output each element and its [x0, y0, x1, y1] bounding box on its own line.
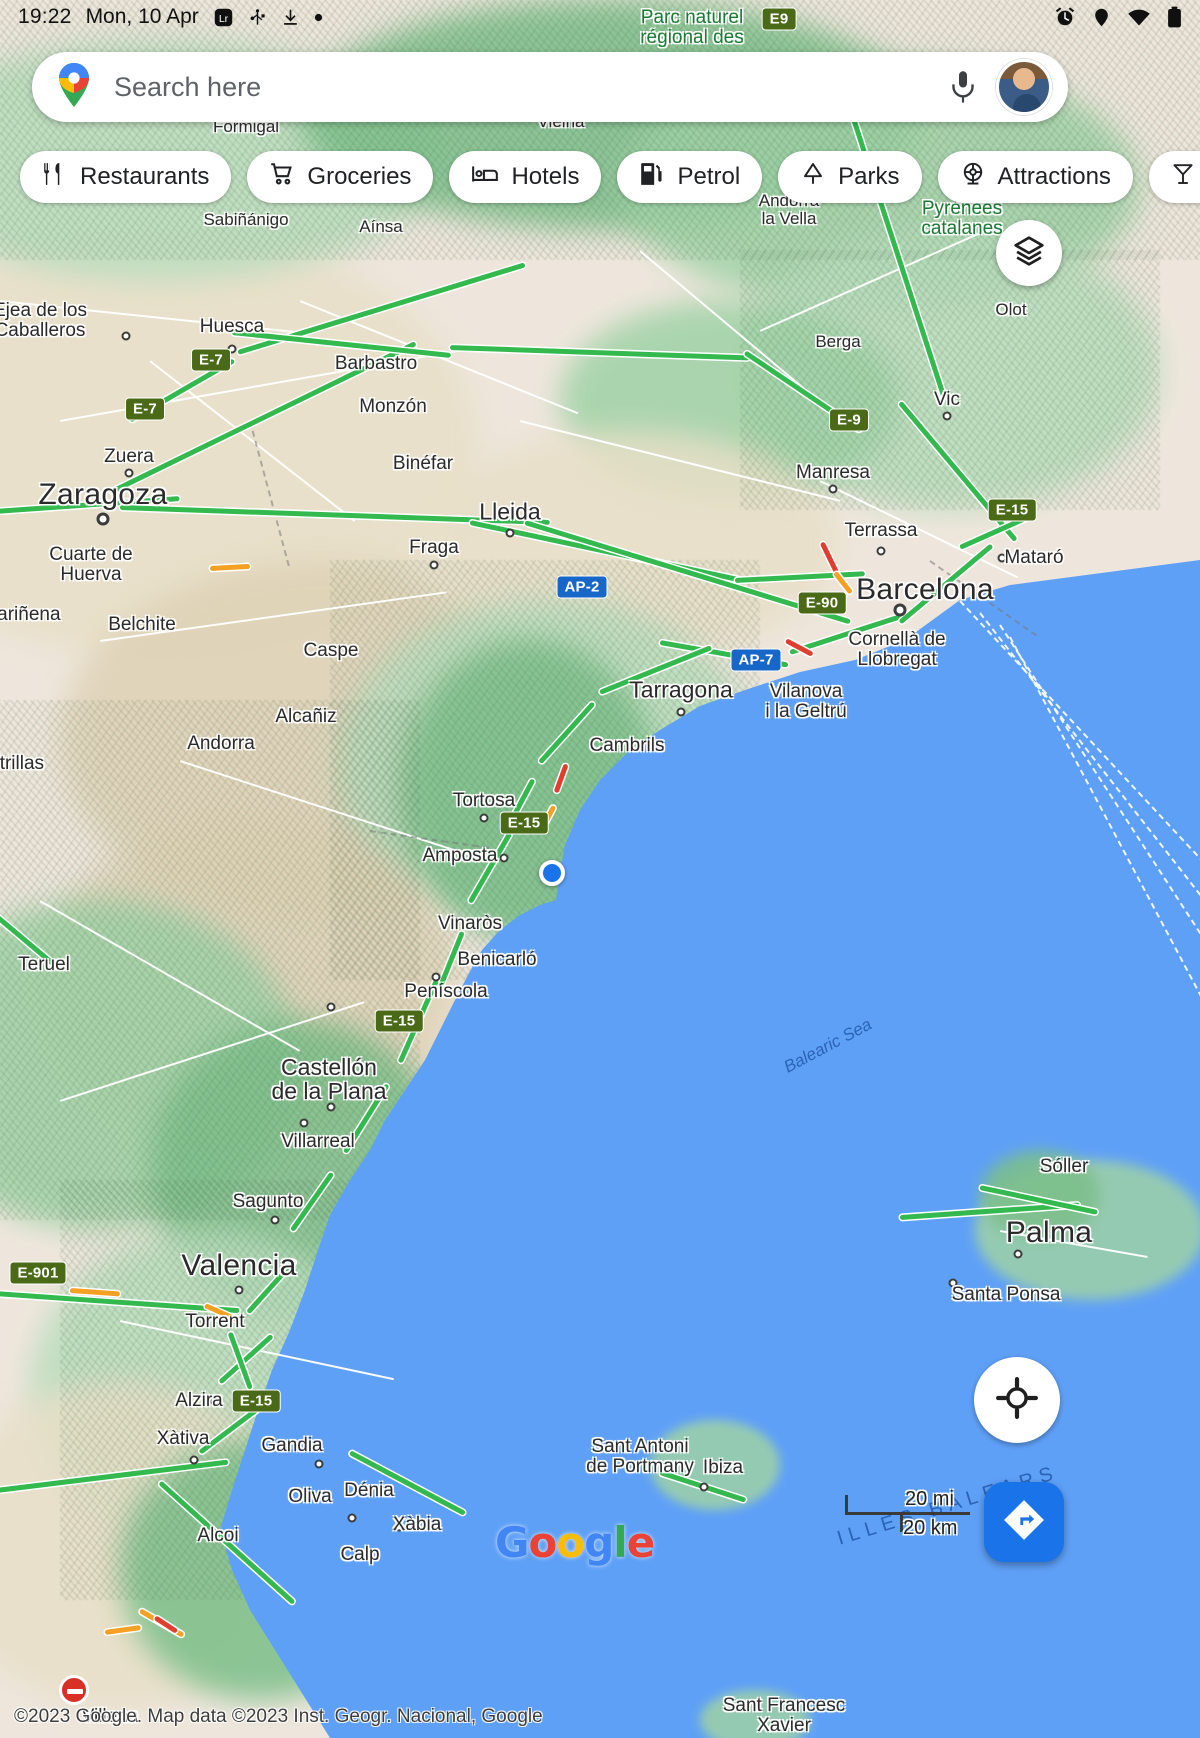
- status-bar-left: 19:22 Mon, 10 Apr Lr: [18, 5, 323, 29]
- city-dot: [876, 546, 886, 556]
- city-dot: [505, 528, 515, 538]
- scale-bar: 20 mi 20 km: [845, 1488, 970, 1539]
- status-bar: 19:22 Mon, 10 Apr Lr: [0, 0, 1200, 34]
- directions-button[interactable]: [984, 1482, 1064, 1562]
- cocktail-glass-icon: [1171, 161, 1195, 194]
- dot-icon: [314, 13, 323, 22]
- battery-icon: [1167, 6, 1182, 28]
- google-logo: Google: [495, 1518, 655, 1567]
- road-shield: E-7: [125, 397, 165, 421]
- chip-label: Petrol: [677, 163, 741, 190]
- google-maps-screen: Parc naturel régional des Pyrénées catalane…: [0, 0, 1200, 1738]
- ferris-wheel-icon: [960, 161, 986, 194]
- city-dot: [1013, 1249, 1023, 1259]
- road-shield: E-9: [829, 408, 869, 432]
- chip-label: Restaurants: [80, 163, 210, 190]
- city-dot: [234, 1285, 244, 1295]
- fuel-pump-icon: [639, 161, 665, 194]
- road-shield: E-15: [374, 1009, 424, 1033]
- alarm-icon: [1054, 6, 1076, 28]
- my-location-button[interactable]: [974, 1357, 1060, 1443]
- road-shield: E-15: [987, 498, 1037, 522]
- tree-icon: [800, 161, 826, 194]
- bed-icon: [471, 161, 499, 194]
- scale-kilometres: 20 km: [903, 1517, 958, 1539]
- map-label: Mataró: [1004, 547, 1064, 568]
- svg-text:Lr: Lr: [219, 12, 229, 24]
- usb-icon: [248, 7, 267, 28]
- chip-hotels[interactable]: Hotels: [449, 151, 602, 203]
- city-dot: [314, 1459, 324, 1469]
- status-date: Mon, 10 Apr: [85, 5, 199, 28]
- city-dot: [699, 1482, 709, 1492]
- road-shield: E-7: [191, 348, 231, 372]
- status-clock: 19:22: [18, 5, 72, 28]
- microphone-icon[interactable]: [940, 64, 986, 110]
- restaurant-icon: [42, 161, 68, 194]
- chip-parks[interactable]: Parks: [778, 151, 922, 203]
- city-dot: [997, 553, 1007, 563]
- city-dot: [124, 468, 134, 478]
- road-shield: AP-7: [730, 648, 782, 672]
- road-shield: AP-2: [556, 575, 608, 599]
- chip-label: Hotels: [511, 163, 580, 190]
- avatar[interactable]: [996, 59, 1052, 115]
- city-dot: [121, 331, 131, 341]
- city-dot: [96, 512, 110, 526]
- download-icon: [281, 7, 300, 28]
- city-dot: [499, 853, 509, 863]
- road-shield: E-90: [797, 591, 847, 615]
- chip-bars[interactable]: Bars: [1148, 151, 1200, 203]
- city-dot: [429, 560, 439, 570]
- city-dot: [347, 1513, 357, 1523]
- directions-arrow-icon: [1001, 1497, 1047, 1548]
- chip-label: Groceries: [307, 163, 412, 190]
- status-bar-right: [1054, 6, 1182, 29]
- chip-groceries[interactable]: Groceries: [247, 151, 434, 203]
- city-dot: [948, 1278, 958, 1288]
- chip-restaurants[interactable]: Restaurants: [20, 151, 232, 203]
- chip-label: Parks: [838, 163, 900, 190]
- city-dot: [270, 1215, 280, 1225]
- google-maps-pin-icon: [54, 61, 94, 114]
- lr-badge-icon: Lr: [213, 7, 234, 28]
- current-location-dot[interactable]: [539, 860, 565, 886]
- city-dot: [299, 1118, 309, 1128]
- city-dot: [893, 603, 907, 617]
- city-dot: [479, 813, 489, 823]
- city-dot: [326, 1002, 336, 1012]
- city-dot: [326, 1102, 336, 1112]
- wifi-icon: [1127, 7, 1151, 27]
- city-dot: [210, 1397, 220, 1407]
- location-icon: [1092, 6, 1111, 29]
- shopping-cart-icon: [269, 161, 295, 194]
- city-dot: [676, 707, 686, 717]
- category-chip-row[interactable]: Restaurants Groceries Hotels Petrol Park…: [0, 148, 1200, 206]
- city-dot: [394, 1522, 404, 1532]
- road-shield: E-901: [9, 1261, 67, 1285]
- road-shield: E-15: [499, 811, 549, 835]
- city-dot: [431, 972, 441, 982]
- map-attribution: ©2023 Google. Map data ©2023 Inst. Geogr…: [14, 1706, 543, 1727]
- road-shield: E-15: [231, 1389, 281, 1413]
- search-bar[interactable]: Search here: [32, 52, 1068, 122]
- chip-attractions[interactable]: Attractions: [937, 151, 1133, 203]
- city-dot: [189, 1455, 199, 1465]
- search-input[interactable]: Search here: [114, 72, 940, 103]
- city-dot: [942, 411, 952, 421]
- layers-button[interactable]: [996, 220, 1062, 286]
- no-entry-icon: [59, 1675, 89, 1705]
- chip-petrol[interactable]: Petrol: [617, 151, 763, 203]
- my-location-crosshair-icon: [996, 1376, 1038, 1424]
- layers-icon: [1012, 234, 1046, 273]
- scale-miles: 20 mi: [905, 1488, 954, 1510]
- chip-label: Attractions: [997, 163, 1111, 190]
- city-dot: [828, 484, 838, 494]
